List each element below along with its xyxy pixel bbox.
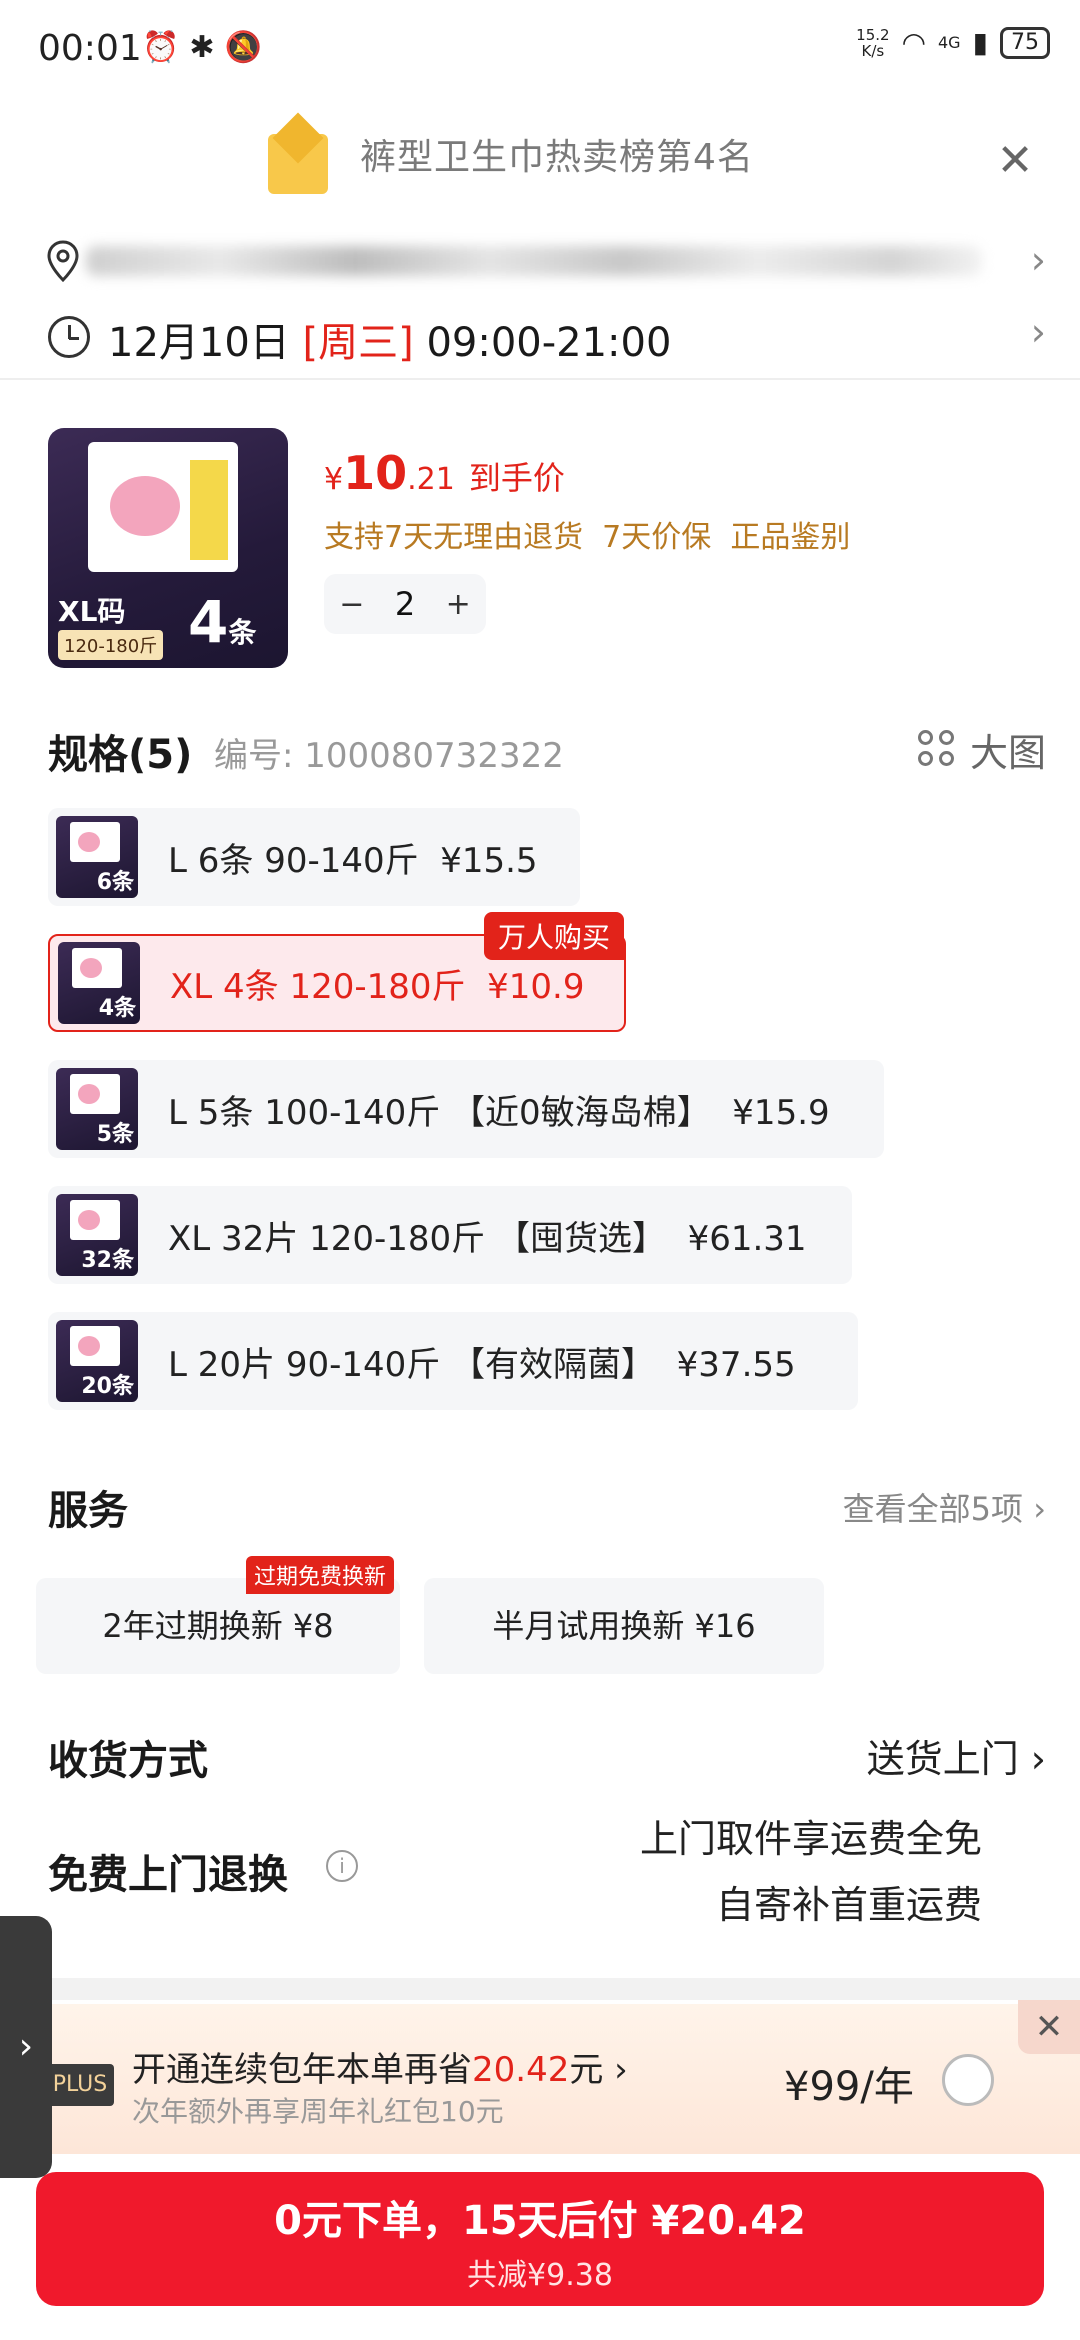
alarm-icon: ⏰ [142, 30, 180, 65]
status-bar: 00:01 ⏰ ✱ 🔕 15.2 K/s ◠ 4G ▮ 75 [0, 0, 1080, 100]
view-all-services-link[interactable]: 查看全部5项 › [843, 1484, 1046, 1530]
spec-option[interactable]: 20条 L 20片 90-140斤 【有效隔菌】 ¥37.55 [48, 1312, 858, 1410]
chevron-right-icon: › [18, 2026, 34, 2067]
grid-icon [917, 729, 958, 770]
close-icon[interactable]: ✕ [1018, 2000, 1080, 2054]
big-picture-button[interactable]: 大图 [917, 722, 1046, 777]
plus-logo: PLUS [46, 2064, 114, 2106]
plus-price: ¥99/年 [784, 2064, 914, 2110]
service-title: 服务 [48, 1488, 128, 1534]
status-time: 00:01 [38, 28, 142, 69]
return-pickup-text: 上门取件享运费全免 [639, 1817, 982, 1861]
ranking-icon [268, 134, 328, 194]
option-thumbnail: 4条 [58, 942, 140, 1024]
service-option[interactable]: 半月试用换新 ¥16 [424, 1578, 824, 1674]
decrease-button[interactable]: − [339, 587, 364, 622]
section-gap [0, 1978, 1080, 2000]
network-type: 4G [938, 33, 961, 52]
wifi-icon: ◠ [901, 26, 926, 59]
final-price: ¥10.21 到手价 [324, 446, 565, 500]
address-blurred [86, 246, 982, 276]
option-thumbnail: 20条 [56, 1320, 138, 1402]
spec-option[interactable]: 5条 L 5条 100-140斤 【近0敏海岛棉】 ¥15.9 [48, 1060, 884, 1158]
plus-offer-text: 开通连续包年本单再省20.42元 › [132, 2050, 628, 2090]
quantity-stepper[interactable]: − 2 + [324, 574, 486, 634]
product-code: 编号: 100080732322 [214, 736, 564, 776]
delivery-time-row[interactable]: 12月10日 [周三] 09:00-21:00 › [0, 300, 1080, 370]
banner-title: 裤型卫生巾热卖榜第4名 [360, 137, 754, 178]
ranking-banner[interactable]: 裤型卫生巾热卖榜第4名 [0, 110, 1080, 200]
spec-option[interactable]: 6条 L 6条 90-140斤 ¥15.5 [48, 808, 580, 906]
mute-icon: 🔕 [224, 30, 262, 65]
delivery-hours: 09:00-21:00 [426, 320, 672, 366]
chevron-right-icon: › [1030, 238, 1046, 282]
order-button-label: 0元下单，15天后付 ¥20.42 [274, 2198, 806, 2244]
free-return-title: 免费上门退换 [48, 1852, 288, 1898]
spec-option[interactable]: 32条 XL 32片 120-180斤 【囤货选】 ¥61.31 [48, 1186, 852, 1284]
close-icon[interactable]: ✕ [990, 136, 1040, 186]
battery-indicator: 75 [1000, 26, 1050, 59]
quantity-value: 2 [394, 585, 416, 623]
increase-button[interactable]: + [446, 587, 471, 622]
delivery-date: 12月10日 [108, 320, 290, 366]
option-thumbnail: 32条 [56, 1194, 138, 1276]
signal-icon: ▮ [972, 26, 988, 59]
return-self-send-text: 自寄补首重运费 [715, 1883, 982, 1927]
plus-sub-text: 次年额外再享周年礼红包10元 [132, 2095, 504, 2128]
info-icon[interactable]: i [326, 1850, 358, 1882]
shipping-method[interactable]: 送货上门 › [867, 1728, 1046, 1783]
option-thumbnail: 5条 [56, 1068, 138, 1150]
service-badge: 过期免费换新 [246, 1556, 395, 1594]
shipping-title: 收货方式 [48, 1738, 208, 1784]
order-button[interactable]: 0元下单，15天后付 ¥20.42 共减¥9.38 [36, 2172, 1044, 2306]
divider [0, 378, 1080, 380]
delivery-weekday: [周三] [302, 320, 414, 366]
plus-membership-bar[interactable]: PLUS 开通连续包年本单再省20.42元 › 次年额外再享周年礼红包10元 ¥… [0, 2000, 1080, 2154]
guarantee-text: 支持7天无理由退货 7天价保 正品鉴别 [324, 520, 851, 555]
plus-radio[interactable] [942, 2054, 994, 2106]
clock-icon [48, 316, 90, 358]
popular-badge: 万人购买 [484, 912, 625, 960]
spec-title: 规格(5) [48, 732, 193, 778]
product-image[interactable]: XL码 120-180斤 4条 [48, 428, 288, 668]
option-thumbnail: 6条 [56, 816, 138, 898]
chevron-right-icon: › [1030, 310, 1046, 354]
order-discount: 共减¥9.38 [467, 2258, 613, 2293]
address-row[interactable]: › [0, 228, 1080, 298]
net-speed: 15.2 K/s [856, 25, 890, 60]
bluetooth-icon: ✱ [189, 30, 215, 65]
side-expand-tab[interactable]: › [0, 1916, 52, 2178]
location-pin-icon [47, 240, 79, 282]
